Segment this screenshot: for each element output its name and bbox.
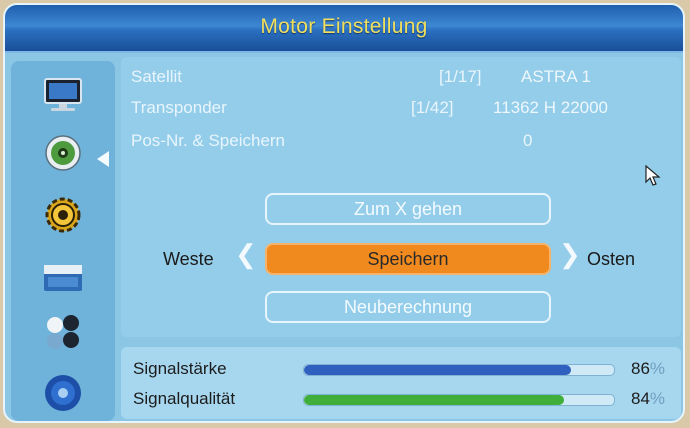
west-label: Weste <box>163 249 214 269</box>
signal-strength-label: Signalstärke <box>133 359 227 378</box>
media-icon[interactable] <box>41 311 85 351</box>
monitor-icon[interactable] <box>41 75 85 115</box>
signal-panel: Signalstärke 86% Signalqualität 84% <box>121 347 681 419</box>
transponder-label: Transponder <box>131 98 227 117</box>
signal-strength-bar <box>303 364 615 376</box>
chevron-right-icon[interactable]: ❯ <box>559 239 581 270</box>
satellite-label: Satellit <box>131 67 183 86</box>
menu-window: Motor Einstellung Satellit [1/17] ASTRA … <box>3 3 685 423</box>
mouse-pointer-icon <box>645 165 661 186</box>
transponder-index[interactable]: [1/42] <box>411 98 454 118</box>
signal-strength-fill <box>304 365 571 375</box>
percent-sign: % <box>649 389 666 408</box>
east-label: Osten <box>587 249 636 269</box>
selected-indicator-icon <box>97 151 109 167</box>
satellite-index[interactable]: [1/17] <box>439 67 482 87</box>
disc-icon[interactable] <box>41 373 85 413</box>
signal-quality-percent: 84% <box>631 389 665 409</box>
goto-x-button[interactable]: Zum X gehen <box>265 193 551 225</box>
sidebar <box>11 61 115 421</box>
signal-quality-fill <box>304 395 565 405</box>
signal-strength-value: 86 <box>631 359 650 378</box>
percent-sign: % <box>649 359 666 378</box>
signal-strength-percent: 86% <box>631 359 665 379</box>
signal-quality-label: Signalqualität <box>133 389 236 408</box>
recalculate-button[interactable]: Neuberechnung <box>265 291 551 323</box>
title-bar: Motor Einstellung <box>5 5 683 53</box>
chevron-left-icon[interactable]: ❮ <box>235 239 257 270</box>
transponder-value[interactable]: 11362 H 22000 <box>493 98 608 118</box>
satellite-value[interactable]: ASTRA 1 <box>521 67 591 87</box>
signal-quality-bar <box>303 394 615 406</box>
position-value[interactable]: 0 <box>523 131 532 151</box>
settings-icon[interactable] <box>41 195 85 235</box>
position-label: Pos-Nr. & Speichern <box>131 131 286 150</box>
page-title: Motor Einstellung <box>260 15 428 38</box>
save-button[interactable]: Speichern <box>265 243 551 275</box>
signal-quality-value: 84 <box>631 389 650 408</box>
folder-icon[interactable] <box>41 257 85 297</box>
motor-settings-panel: Satellit [1/17] ASTRA 1 Transponder [1/4… <box>121 57 681 337</box>
satellite-dish-icon[interactable] <box>41 133 85 173</box>
